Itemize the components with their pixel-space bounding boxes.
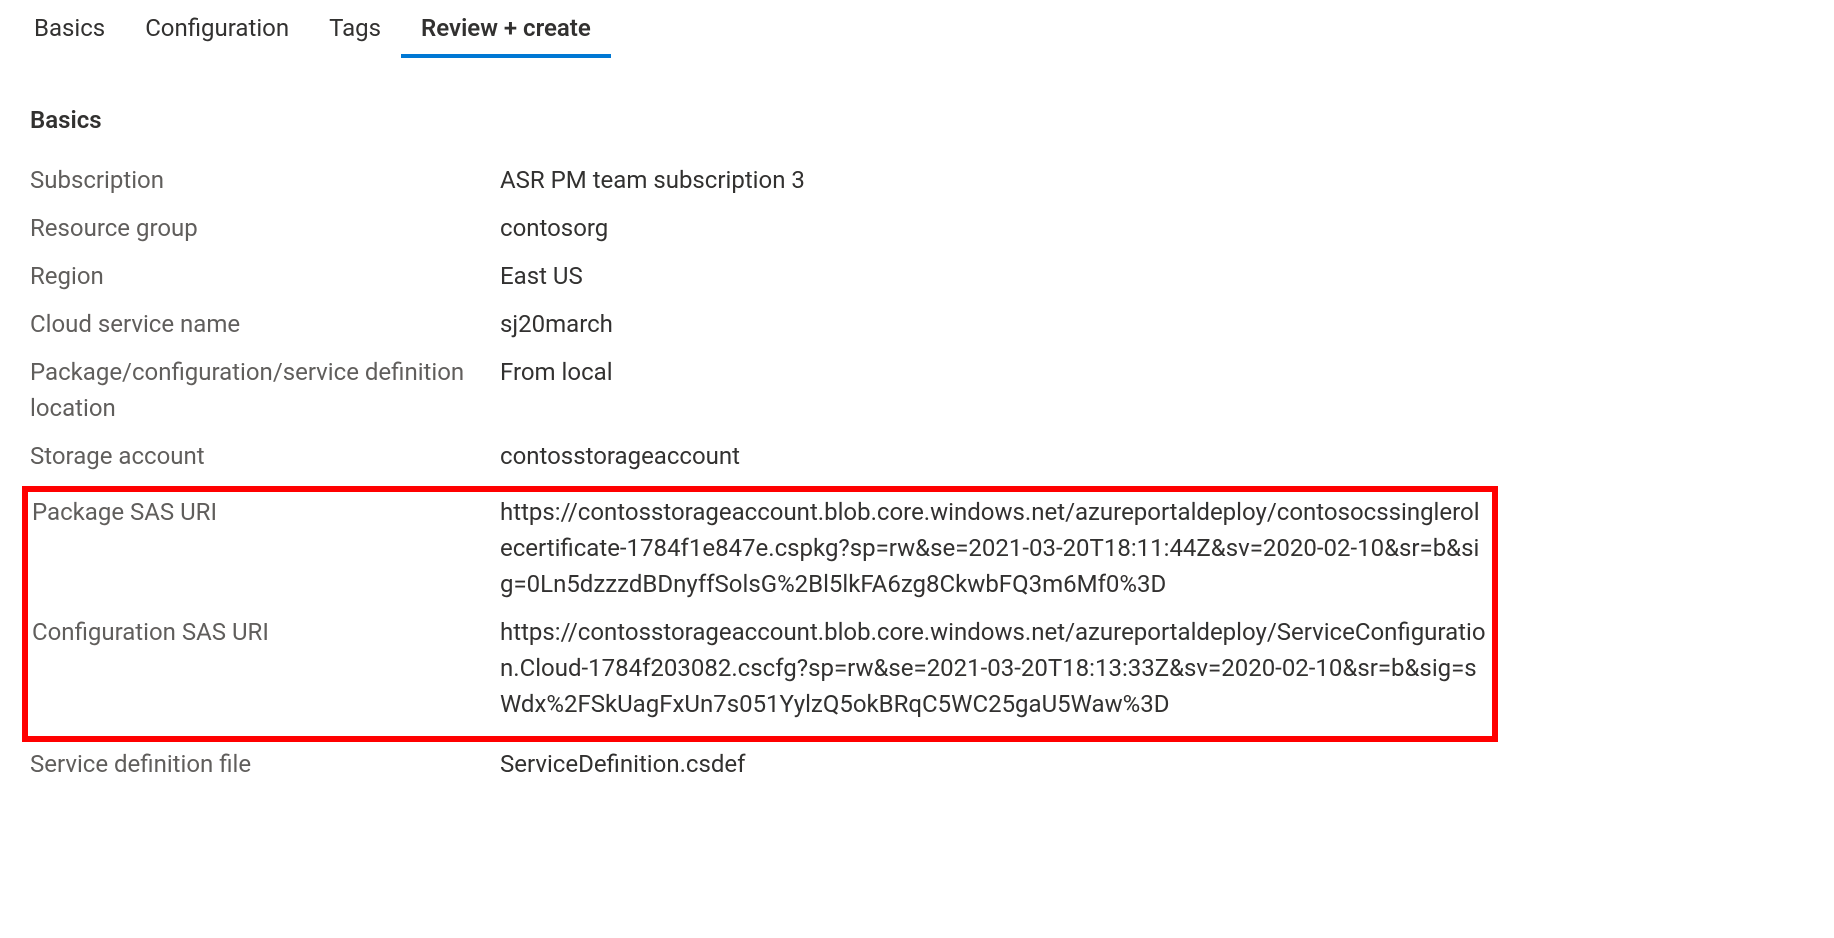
field-label-pkg-config-location: Package/configuration/service definition… <box>30 354 500 426</box>
field-value-configuration-sas-uri: https://contosstorageaccount.blob.core.w… <box>500 614 1488 722</box>
field-row-region: Region East US <box>30 258 1490 294</box>
section-heading-basics: Basics <box>30 106 1490 134</box>
field-row-pkg-config-location: Package/configuration/service definition… <box>30 354 1490 426</box>
field-label-service-definition-file: Service definition file <box>30 746 500 782</box>
field-value-pkg-config-location: From local <box>500 354 1490 390</box>
review-content: Basics Subscription ASR PM team subscrip… <box>0 58 1520 814</box>
field-value-subscription: ASR PM team subscription 3 <box>500 162 1490 198</box>
field-row-service-definition-file: Service definition file ServiceDefinitio… <box>30 746 1490 782</box>
field-row-cloud-service-name: Cloud service name sj20march <box>30 306 1490 342</box>
field-row-storage-account: Storage account contosstorageaccount <box>30 438 1490 474</box>
field-label-region: Region <box>30 258 500 294</box>
field-value-service-definition-file: ServiceDefinition.csdef <box>500 746 1490 782</box>
tab-tags[interactable]: Tags <box>309 0 401 58</box>
tab-configuration[interactable]: Configuration <box>125 0 309 58</box>
field-value-package-sas-uri: https://contosstorageaccount.blob.core.w… <box>500 494 1488 602</box>
field-label-resource-group: Resource group <box>30 210 500 246</box>
tab-review-create[interactable]: Review + create <box>401 0 611 58</box>
field-label-subscription: Subscription <box>30 162 500 198</box>
highlight-box-sas-uris: Package SAS URI https://contosstorageacc… <box>22 486 1498 742</box>
field-row-subscription: Subscription ASR PM team subscription 3 <box>30 162 1490 198</box>
tabs-bar: Basics Configuration Tags Review + creat… <box>0 0 1834 58</box>
field-row-configuration-sas-uri: Configuration SAS URI https://contosstor… <box>30 614 1490 722</box>
field-row-resource-group: Resource group contosorg <box>30 210 1490 246</box>
field-value-resource-group: contosorg <box>500 210 1490 246</box>
tab-basics[interactable]: Basics <box>14 0 125 58</box>
field-label-storage-account: Storage account <box>30 438 500 474</box>
field-value-cloud-service-name: sj20march <box>500 306 1490 342</box>
field-row-package-sas-uri: Package SAS URI https://contosstorageacc… <box>30 494 1490 602</box>
field-label-configuration-sas-uri: Configuration SAS URI <box>32 614 500 650</box>
field-label-package-sas-uri: Package SAS URI <box>32 494 500 530</box>
field-value-region: East US <box>500 258 1490 294</box>
field-value-storage-account: contosstorageaccount <box>500 438 1490 474</box>
field-label-cloud-service-name: Cloud service name <box>30 306 500 342</box>
